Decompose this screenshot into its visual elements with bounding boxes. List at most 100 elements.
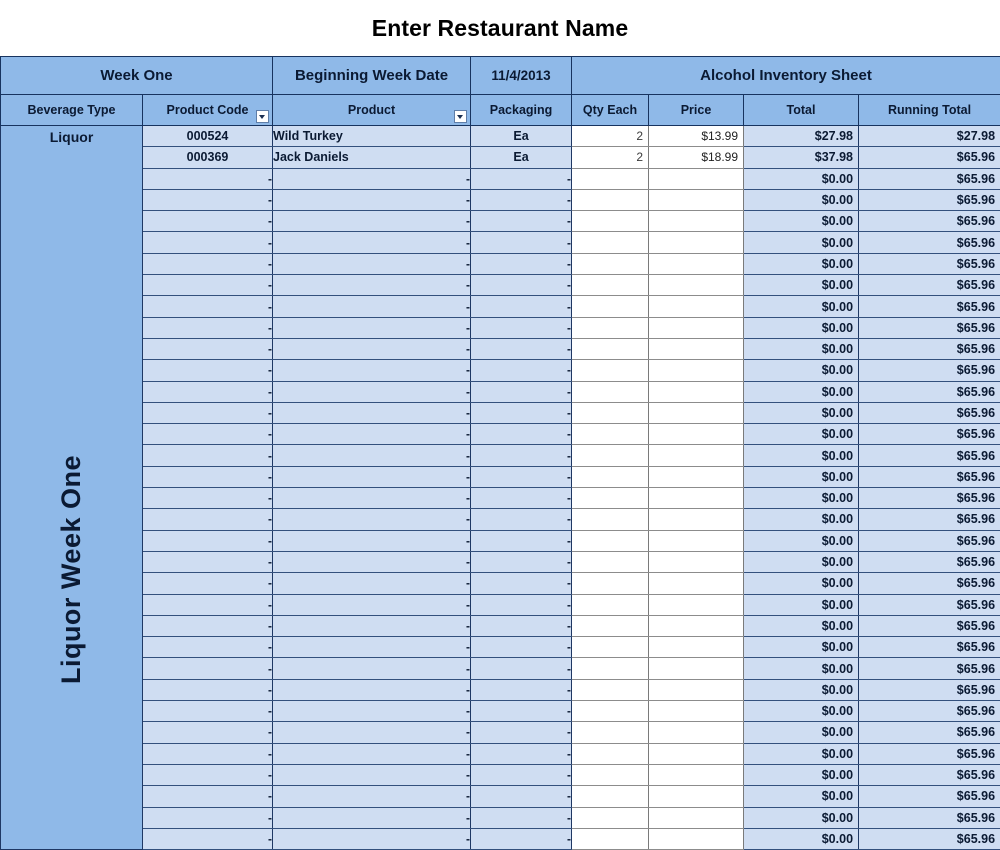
cell-price[interactable] [649,189,744,210]
cell-price[interactable] [649,381,744,402]
cell-qty-each[interactable] [572,211,649,232]
cell-packaging[interactable]: - [471,743,572,764]
cell-product[interactable]: - [273,488,471,509]
cell-product[interactable]: - [273,360,471,381]
cell-product-code[interactable]: - [143,296,273,317]
cell-product[interactable]: - [273,509,471,530]
cell-price[interactable] [649,317,744,338]
cell-packaging[interactable]: - [471,764,572,785]
cell-product-code[interactable]: - [143,701,273,722]
cell-packaging[interactable]: - [471,445,572,466]
cell-product-code[interactable]: - [143,764,273,785]
cell-product-code[interactable]: - [143,615,273,636]
chevron-down-icon[interactable] [256,110,269,123]
cell-qty-each[interactable] [572,466,649,487]
cell-packaging[interactable]: - [471,424,572,445]
cell-product-code[interactable]: - [143,275,273,296]
cell-product[interactable]: - [273,701,471,722]
cell-qty-each[interactable] [572,615,649,636]
cell-qty-each[interactable] [572,488,649,509]
cell-product-code[interactable]: - [143,232,273,253]
column-header-product[interactable]: Product [273,95,471,126]
cell-product-code[interactable]: - [143,381,273,402]
cell-product-code[interactable]: - [143,253,273,274]
cell-product[interactable]: - [273,445,471,466]
cell-price[interactable] [649,764,744,785]
cell-qty-each[interactable] [572,807,649,828]
cell-qty-each[interactable] [572,317,649,338]
cell-product-code[interactable]: - [143,573,273,594]
cell-product-code[interactable]: - [143,466,273,487]
cell-product[interactable]: - [273,828,471,849]
cell-qty-each[interactable] [572,189,649,210]
cell-product[interactable]: - [273,722,471,743]
cell-qty-each[interactable] [572,424,649,445]
cell-product-code[interactable]: - [143,168,273,189]
cell-price[interactable] [649,743,744,764]
cell-product[interactable]: - [273,296,471,317]
cell-packaging[interactable]: - [471,679,572,700]
cell-qty-each[interactable] [572,573,649,594]
cell-qty-each[interactable] [572,402,649,423]
cell-qty-each[interactable] [572,445,649,466]
cell-product-code[interactable]: - [143,530,273,551]
cell-product[interactable]: - [273,317,471,338]
cell-product[interactable]: - [273,551,471,572]
cell-product[interactable]: - [273,679,471,700]
cell-price[interactable]: $18.99 [649,147,744,168]
cell-price[interactable] [649,828,744,849]
cell-product[interactable]: - [273,424,471,445]
cell-price[interactable] [649,445,744,466]
cell-packaging[interactable]: - [471,381,572,402]
cell-product-code[interactable]: - [143,424,273,445]
cell-product-code[interactable]: - [143,828,273,849]
cell-product[interactable]: Jack Daniels [273,147,471,168]
cell-packaging[interactable]: - [471,360,572,381]
cell-product[interactable]: - [273,381,471,402]
cell-product[interactable]: - [273,637,471,658]
cell-product-code[interactable]: 000369 [143,147,273,168]
cell-packaging[interactable]: - [471,189,572,210]
cell-qty-each[interactable] [572,764,649,785]
chevron-down-icon[interactable] [454,110,467,123]
cell-product-code[interactable]: 000524 [143,126,273,147]
cell-packaging[interactable]: Ea [471,126,572,147]
cell-qty-each[interactable] [572,168,649,189]
cell-product[interactable]: - [273,786,471,807]
cell-product[interactable]: - [273,530,471,551]
cell-price[interactable] [649,701,744,722]
cell-qty-each[interactable] [572,509,649,530]
cell-product[interactable]: - [273,466,471,487]
cell-product-code[interactable]: - [143,722,273,743]
cell-product-code[interactable]: - [143,445,273,466]
cell-product-code[interactable]: - [143,360,273,381]
cell-packaging[interactable]: - [471,232,572,253]
cell-product[interactable]: - [273,189,471,210]
cell-packaging[interactable]: - [471,573,572,594]
cell-price[interactable] [649,807,744,828]
cell-price[interactable] [649,573,744,594]
cell-price[interactable] [649,466,744,487]
cell-packaging[interactable]: - [471,466,572,487]
cell-qty-each[interactable] [572,253,649,274]
cell-price[interactable] [649,275,744,296]
cell-product-code[interactable]: - [143,637,273,658]
cell-qty-each[interactable] [572,594,649,615]
cell-qty-each[interactable] [572,828,649,849]
cell-packaging[interactable]: - [471,594,572,615]
cell-packaging[interactable]: Ea [471,147,572,168]
cell-price[interactable] [649,424,744,445]
cell-qty-each[interactable] [572,275,649,296]
cell-price[interactable] [649,594,744,615]
cell-price[interactable] [649,658,744,679]
cell-packaging[interactable]: - [471,275,572,296]
cell-product[interactable]: - [273,573,471,594]
cell-product-code[interactable]: - [143,317,273,338]
cell-packaging[interactable]: - [471,637,572,658]
cell-price[interactable] [649,509,744,530]
cell-product[interactable]: - [273,807,471,828]
cell-packaging[interactable]: - [471,488,572,509]
cell-qty-each[interactable] [572,786,649,807]
cell-product[interactable]: - [273,764,471,785]
cell-packaging[interactable]: - [471,317,572,338]
